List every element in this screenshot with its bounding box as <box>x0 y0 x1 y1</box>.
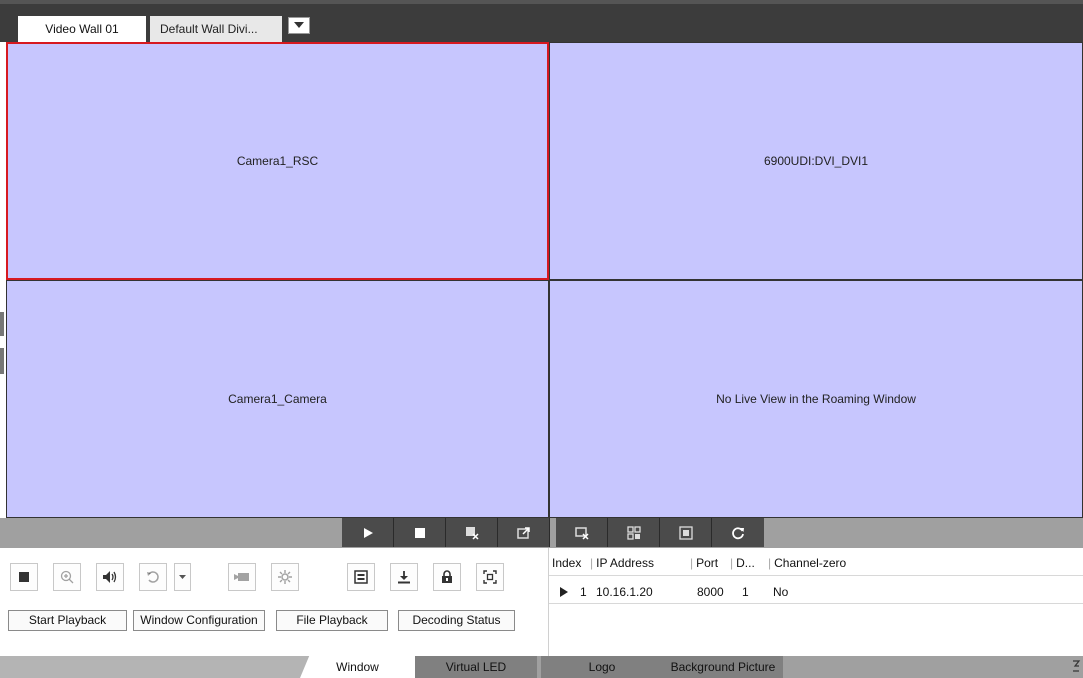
refresh-icon <box>732 526 744 539</box>
window-configuration-button[interactable]: Window Configuration <box>133 610 265 631</box>
window-split-button[interactable] <box>608 518 660 547</box>
device-table-header: Index | IP Address | Port | D... | Channel-z… <box>549 548 1083 576</box>
column-header-d[interactable]: | D... <box>730 556 755 570</box>
splitter-handle[interactable] <box>0 348 4 374</box>
tab-video-wall-01[interactable]: Video Wall 01 <box>18 16 146 42</box>
restore-icon[interactable] <box>1071 660 1081 672</box>
start-playback-button[interactable]: Start Playback <box>8 610 127 631</box>
settings-icon <box>278 570 292 584</box>
device-table: Index | IP Address | Port | D... | Channel-z… <box>548 548 1083 656</box>
tab-virtual-led[interactable]: Virtual LED <box>415 656 537 678</box>
export-window-icon <box>516 526 530 539</box>
download-icon <box>398 571 410 584</box>
wall-window-4[interactable]: No Live View in the Roaming Window <box>549 280 1083 518</box>
rewind-button[interactable] <box>139 563 167 591</box>
zoom-icon <box>60 570 74 584</box>
close-window-button[interactable] <box>446 518 498 547</box>
window-label: No Live View in the Roaming Window <box>716 392 916 406</box>
fit-window-icon <box>483 570 497 584</box>
tab-default-wall-division[interactable]: Default Wall Divi... <box>150 16 282 42</box>
lock-icon <box>442 570 452 583</box>
tab-background-picture[interactable]: Background Picture <box>663 656 783 678</box>
column-header-label: Channel-zero <box>774 556 847 570</box>
window-label: Camera1_RSC <box>236 154 319 168</box>
record-button[interactable] <box>228 563 256 591</box>
close-all-icon <box>574 526 589 540</box>
cell-index: 1 <box>580 585 587 599</box>
bottom-tab-bar-fill <box>0 656 330 678</box>
wall-window-1[interactable]: Camera1_RSC <box>6 42 549 280</box>
lock-button[interactable] <box>433 563 461 591</box>
window-split-icon <box>626 525 641 540</box>
splitter-handle[interactable] <box>0 312 4 336</box>
wall-window-3[interactable]: Camera1_Camera <box>6 280 549 518</box>
fit-window-button[interactable] <box>476 563 504 591</box>
play-icon <box>363 527 373 538</box>
rewind-icon <box>147 571 159 583</box>
column-header-channel-zero[interactable]: | Channel-zero <box>768 556 846 570</box>
wall-window-2[interactable]: 6900UDI:DVI_DVI1 <box>549 42 1083 280</box>
fullscreen-window-icon <box>678 525 693 540</box>
column-header-label: IP Address <box>596 556 654 570</box>
table-row[interactable]: 1 10.16.1.20 8000 1 No <box>549 580 1083 604</box>
zoom-button[interactable] <box>53 563 81 591</box>
cell-d: 1 <box>742 585 749 599</box>
rewind-dropdown-button[interactable] <box>174 563 191 591</box>
settings-button[interactable] <box>271 563 299 591</box>
refresh-button[interactable] <box>712 518 764 547</box>
wall-toolbar-buttons <box>342 518 764 548</box>
window-label: Camera1_Camera <box>228 392 327 406</box>
tab-window[interactable]: Window <box>300 656 415 678</box>
file-playback-button[interactable]: File Playback <box>276 610 388 631</box>
cell-channel-zero: No <box>773 585 789 599</box>
tab-logo[interactable]: Logo <box>541 656 663 678</box>
stop-icon <box>19 572 29 582</box>
download-button[interactable] <box>390 563 418 591</box>
play-button[interactable] <box>342 518 394 547</box>
decoding-status-button[interactable]: Decoding Status <box>398 610 515 631</box>
record-icon <box>234 573 249 581</box>
cell-ip-address: 10.16.1.20 <box>596 585 653 599</box>
bottom-tab-bar: Window Virtual LED Logo Background Pictu… <box>0 656 1083 678</box>
audio-icon <box>103 571 117 583</box>
fullscreen-window-button[interactable] <box>660 518 712 547</box>
column-header-label: Port <box>696 556 719 570</box>
decode-icon <box>354 570 368 584</box>
video-wall: Camera1_RSC 6900UDI:DVI_DVI1 Camera1_Cam… <box>6 42 1083 518</box>
column-header-label: D... <box>736 556 755 570</box>
expand-arrow-icon[interactable] <box>559 586 569 598</box>
column-header-ip-address[interactable]: | IP Address <box>590 556 654 570</box>
decode-button[interactable] <box>347 563 375 591</box>
window-label: 6900UDI:DVI_DVI1 <box>763 154 869 168</box>
stop-button[interactable] <box>394 518 446 547</box>
close-window-icon <box>465 526 479 540</box>
chevron-down-icon <box>294 22 304 28</box>
wall-toolbar <box>0 518 1083 548</box>
column-header-port[interactable]: | Port <box>690 556 718 570</box>
stop-decoding-button[interactable] <box>10 563 38 591</box>
dropdown-icon <box>179 574 186 579</box>
audio-button[interactable] <box>96 563 124 591</box>
video-wall-tab-bar: Video Wall 01 Default Wall Divi... <box>0 0 1083 42</box>
column-header-index[interactable]: Index <box>552 556 581 570</box>
cell-port: 8000 <box>697 585 724 599</box>
stop-icon <box>414 527 425 538</box>
close-all-button[interactable] <box>556 518 608 547</box>
export-window-button[interactable] <box>498 518 550 547</box>
window-control-panel: Start Playback Window Configuration File… <box>0 548 548 656</box>
tab-list-dropdown[interactable] <box>288 17 310 34</box>
